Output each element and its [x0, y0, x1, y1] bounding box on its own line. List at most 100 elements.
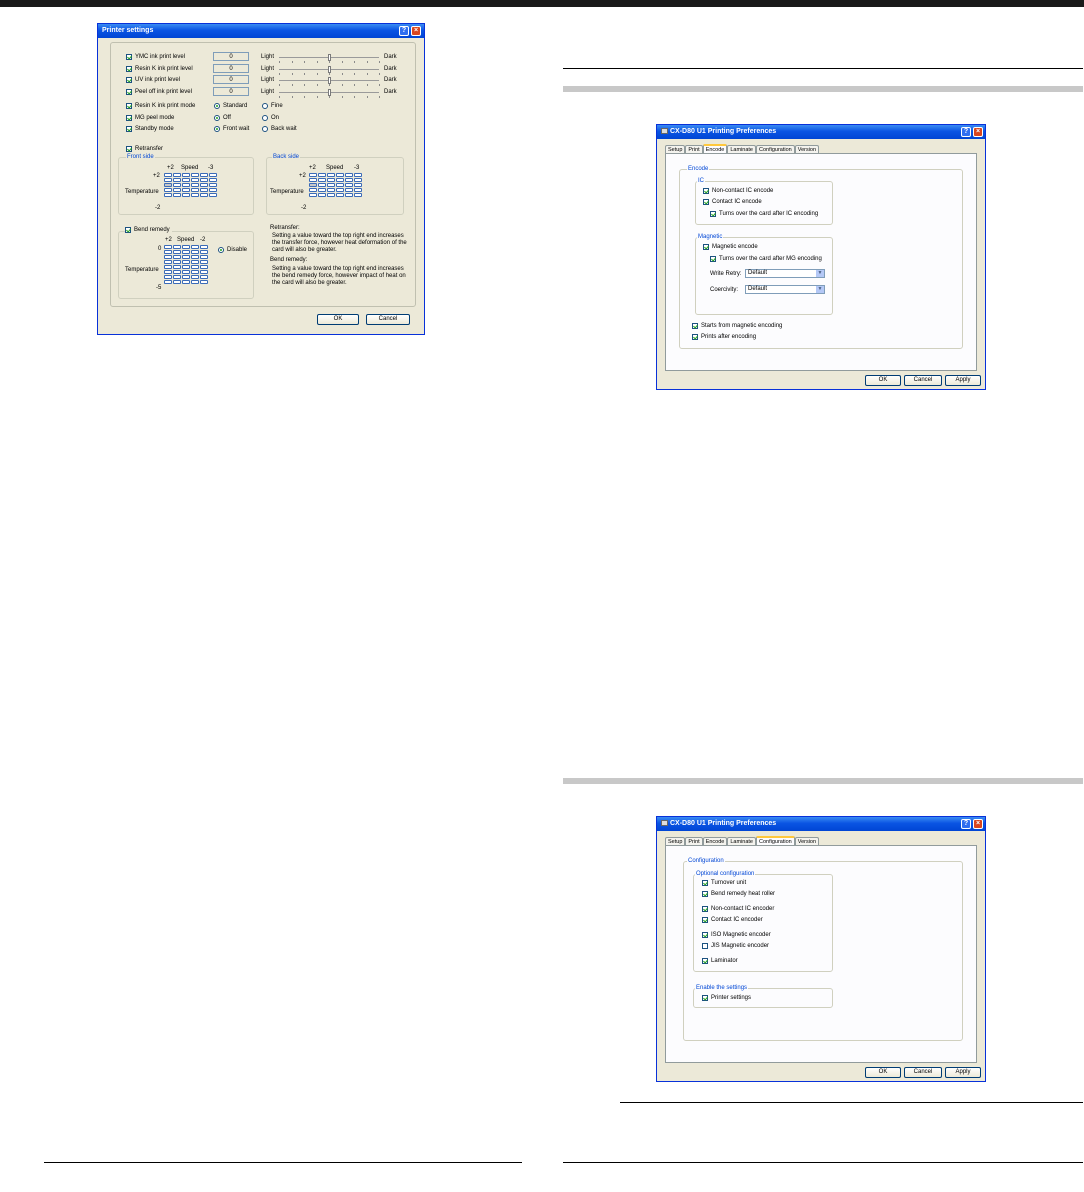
magnetic-encode-checkbox[interactable]: Magnetic encode: [703, 244, 758, 250]
tab-bar: Setup Print Encode Laminate Configuration Ver…: [665, 836, 820, 845]
tab-print[interactable]: Print: [685, 837, 703, 845]
encode-group-label: Encode: [687, 166, 710, 172]
help-button[interactable]: ?: [961, 819, 971, 829]
main-frame: [110, 42, 416, 307]
apply-button[interactable]: Apply: [945, 375, 981, 386]
optional-config-checkbox[interactable]: Laminator: [702, 958, 738, 964]
coercivity-label: Coercivity:: [710, 287, 739, 293]
write-retry-value: Default: [748, 270, 768, 276]
optional-configuration-label: Optional configuration: [695, 871, 756, 877]
checkbox-label: Bend remedy heat roller: [711, 891, 776, 897]
close-button[interactable]: ×: [973, 127, 983, 137]
checkbox-icon: [710, 211, 716, 217]
close-button[interactable]: ×: [411, 26, 421, 36]
checkbox-label: Turnover unit: [711, 880, 747, 886]
printer-settings-checkbox[interactable]: Printer settings: [702, 995, 751, 1001]
prints-after-encoding-checkbox[interactable]: Prints after encoding: [692, 334, 756, 340]
checkbox-label: Turns over the card after IC encoding: [719, 211, 819, 217]
optional-config-checkbox[interactable]: Contact IC encoder: [702, 917, 763, 923]
optional-config-checkbox[interactable]: Bend remedy heat roller: [702, 891, 775, 897]
tab-setup[interactable]: Setup: [665, 145, 686, 153]
checkbox-icon: [702, 958, 708, 964]
turn-over-mg-checkbox[interactable]: Turns over the card after MG encoding: [710, 256, 822, 262]
tab-bar: Setup Print Encode Laminate Configuration Ver…: [665, 144, 820, 153]
tab-laminate[interactable]: Laminate: [727, 145, 756, 153]
window-title: Printer settings: [98, 24, 424, 38]
section-bar: [563, 86, 1083, 92]
optional-config-checkbox[interactable]: Non-contact IC encoder: [702, 906, 774, 912]
checkbox-label: Printer settings: [711, 995, 752, 1001]
printer-icon: [661, 820, 668, 827]
tab-version[interactable]: Version: [794, 837, 820, 845]
tab-encode[interactable]: Encode: [702, 144, 728, 153]
window-title: CX-D80 U1 Printing Preferences: [657, 817, 985, 831]
checkbox-icon: [702, 932, 708, 938]
write-retry-label: Write Retry:: [710, 271, 742, 277]
footer-rule-right: [563, 1162, 1083, 1163]
checkbox-icon: [710, 256, 716, 262]
tab-print[interactable]: Print: [685, 145, 703, 153]
tab-setup[interactable]: Setup: [665, 837, 686, 845]
ok-button[interactable]: OK: [865, 375, 901, 386]
coercivity-value: Default: [748, 286, 768, 292]
encode-preferences-window: CX-D80 U1 Printing Preferences ? × Setup…: [656, 124, 986, 390]
contact-ic-checkbox[interactable]: Contact IC encode: [703, 199, 762, 205]
tab-encode[interactable]: Encode: [702, 837, 728, 845]
checkbox-label: Non-contact IC encoder: [711, 906, 775, 912]
help-button[interactable]: ?: [399, 26, 409, 36]
checkbox-icon: [702, 995, 708, 1001]
enable-settings-label: Enable the settings: [695, 985, 749, 991]
chevron-down-icon: ▼: [816, 286, 824, 293]
page-header-bar: [0, 0, 1084, 7]
ok-button[interactable]: OK: [317, 314, 359, 325]
tab-configuration[interactable]: Configuration: [755, 145, 795, 153]
checkbox-label: Non-contact IC encode: [712, 188, 774, 194]
apply-button[interactable]: Apply: [945, 1067, 981, 1078]
chevron-down-icon: ▼: [816, 270, 824, 277]
checkbox-label: Starts from magnetic encoding: [701, 323, 783, 329]
tab-laminate[interactable]: Laminate: [727, 837, 756, 845]
checkbox-label: Contact IC encode: [712, 199, 762, 205]
checkbox-icon: [702, 943, 708, 949]
close-button[interactable]: ×: [973, 819, 983, 829]
magnetic-group-label: Magnetic: [697, 234, 724, 240]
tab-version[interactable]: Version: [794, 145, 820, 153]
ic-group-label: IC: [697, 178, 705, 184]
footer-rule-left: [44, 1162, 522, 1163]
cancel-button[interactable]: Cancel: [904, 375, 942, 386]
checkbox-icon: [702, 906, 708, 912]
checkbox-label: Contact IC encoder: [711, 917, 763, 923]
printer-settings-window: Printer settings ? × YMC ink print level…: [97, 23, 425, 335]
printer-icon: [661, 128, 668, 135]
checkbox-label: JIS Magnetic encoder: [711, 943, 770, 949]
starts-from-magnetic-checkbox[interactable]: Starts from magnetic encoding: [692, 323, 782, 329]
optional-config-checkbox[interactable]: Turnover unit: [702, 880, 746, 886]
checkbox-icon: [702, 880, 708, 886]
write-retry-select[interactable]: Default ▼: [745, 269, 825, 278]
tab-configuration[interactable]: Configuration: [755, 836, 795, 845]
note-rule-top: [620, 1102, 1083, 1103]
window-title-text: CX-D80 U1 Printing Preferences: [670, 820, 777, 827]
non-contact-ic-checkbox[interactable]: Non-contact IC encode: [703, 188, 773, 194]
ok-button[interactable]: OK: [865, 1067, 901, 1078]
optional-config-checkbox[interactable]: JIS Magnetic encoder: [702, 943, 769, 949]
configuration-group-label: Configuration: [687, 858, 725, 864]
checkbox-label: Laminator: [711, 958, 738, 964]
checkbox-label: Magnetic encode: [712, 244, 758, 250]
turn-over-ic-checkbox[interactable]: Turns over the card after IC encoding: [710, 211, 818, 217]
section-rule: [563, 68, 1083, 69]
checkbox-icon: [703, 199, 709, 205]
help-button[interactable]: ?: [961, 127, 971, 137]
cancel-button[interactable]: Cancel: [366, 314, 410, 325]
checkbox-icon: [692, 334, 698, 340]
checkbox-icon: [702, 891, 708, 897]
cancel-button[interactable]: Cancel: [904, 1067, 942, 1078]
checkbox-icon: [703, 244, 709, 250]
configuration-preferences-window: CX-D80 U1 Printing Preferences ? × Setup…: [656, 816, 986, 1082]
window-title: CX-D80 U1 Printing Preferences: [657, 125, 985, 139]
checkbox-label: Turns over the card after MG encoding: [719, 256, 822, 262]
checkbox-icon: [692, 323, 698, 329]
coercivity-select[interactable]: Default ▼: [745, 285, 825, 294]
optional-config-checkbox[interactable]: ISO Magnetic encoder: [702, 932, 771, 938]
section-bar: [563, 778, 1083, 784]
